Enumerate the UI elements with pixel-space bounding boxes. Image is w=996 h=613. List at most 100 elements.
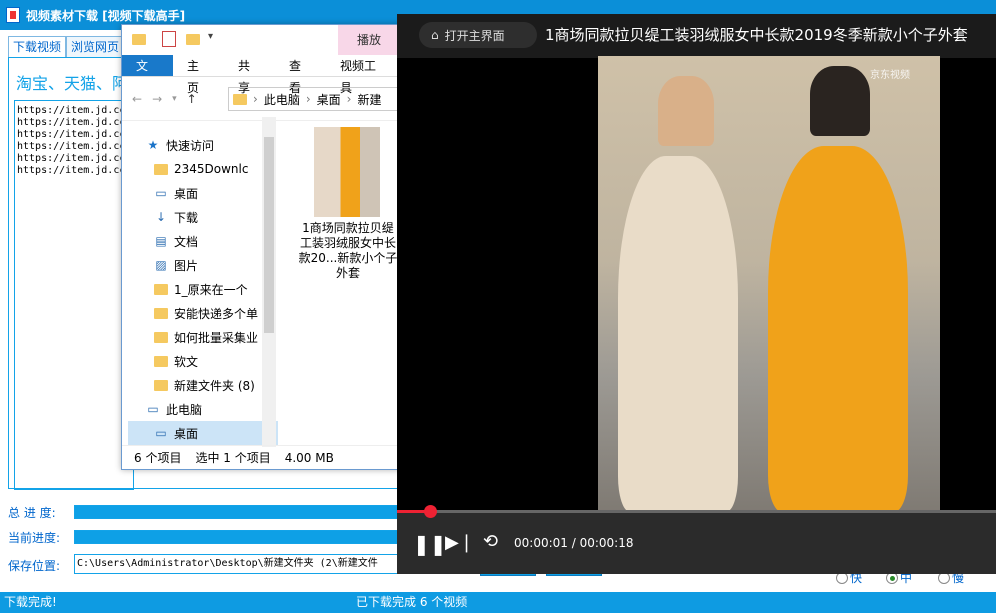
nav-scrollbar-thumb[interactable] — [264, 137, 274, 333]
tab-browse-web[interactable]: 浏览网页 — [66, 36, 125, 58]
folder-icon — [132, 34, 146, 45]
nav-item-label: 新建文件夹 (8) — [174, 378, 255, 393]
nav-item[interactable]: ▨图片📌 — [128, 253, 278, 277]
nav-item[interactable]: 如何批量采集业 — [128, 325, 278, 349]
computer-icon: ▭ — [147, 402, 159, 416]
save-location-label: 保存位置: — [8, 559, 61, 573]
nav-item-label: 软文 — [174, 354, 199, 369]
nav-item-label: 文档 — [174, 234, 199, 249]
selected-count: 选中 1 个项目 — [195, 451, 271, 465]
picture-icon: ▨ — [155, 258, 167, 272]
document-icon: ▤ — [155, 234, 167, 248]
ribbon-tab-video-tools[interactable]: 视频工具 — [326, 55, 400, 95]
video-player-window: ⌂ 打开主界面 1商场同款拉贝缇工装羽绒服女中长款2019冬季新款小个子外套 京… — [397, 14, 996, 574]
address-bar[interactable]: › 此电脑 › 桌面 › 新建 — [228, 87, 400, 111]
status-right: 已下载完成 6 个视频 — [356, 595, 468, 609]
home-icon: ⌂ — [431, 28, 439, 42]
folder-icon — [233, 93, 247, 105]
item-count: 6 个项目 — [134, 451, 182, 465]
nav-item-label: 2345Downlc — [174, 162, 249, 176]
folder-icon — [154, 379, 168, 391]
person-right — [768, 146, 908, 512]
new-folder-icon[interactable] — [186, 34, 200, 45]
tab-download-video[interactable]: 下载视频 — [8, 36, 67, 58]
open-main-label: 打开主界面 — [444, 28, 505, 43]
nav-item[interactable]: ▭桌面📌 — [128, 181, 278, 205]
desktop-icon: ▭ — [155, 186, 167, 200]
nav-item[interactable]: 安能快递多个单 — [128, 301, 278, 325]
total-progress-bar — [74, 505, 404, 519]
selected-size: 4.00 MB — [284, 450, 334, 465]
nav-item[interactable]: ▭ 桌面 — [128, 421, 278, 445]
nav-item[interactable]: ▭ 此电脑 — [128, 397, 278, 421]
play-context-tab[interactable]: 播放 — [338, 25, 400, 55]
url-list-textarea[interactable]: https://item.jd.cc https://item.jd.cc ht… — [14, 100, 134, 490]
tab-bar: 下载视频 浏览网页 — [8, 36, 125, 58]
nav-item[interactable]: 软文 — [128, 349, 278, 373]
file-item[interactable]: 1商场同款拉贝缇工装羽绒服女中长款20...新款小个子外套 — [298, 125, 398, 295]
file-name: 1商场同款拉贝缇工装羽绒服女中长款20...新款小个子外套 — [298, 221, 398, 280]
pause-icon[interactable]: ❚❚ — [413, 532, 447, 556]
open-main-button[interactable]: ⌂ 打开主界面 — [419, 22, 537, 48]
current-progress-label: 当前进度: — [8, 531, 61, 545]
watermark-text: 京东视频 — [870, 70, 910, 81]
download-icon: ↓ — [155, 210, 167, 224]
current-progress-bar — [74, 530, 404, 544]
status-left: 下载完成! — [4, 595, 57, 609]
video-title: 1商场同款拉贝缇工装羽绒服女中长款2019冬季新款小个子外套 — [545, 26, 968, 44]
back-icon[interactable]: ← — [132, 92, 142, 106]
folder-icon — [154, 163, 168, 175]
nav-item[interactable]: ★ 快速访问 — [128, 133, 278, 157]
explorer-status-bar: 6 个项目 选中 1 个项目 4.00 MB — [122, 445, 400, 469]
address-crumb[interactable]: 桌面 — [317, 91, 341, 108]
address-crumb[interactable]: 此电脑 — [264, 91, 300, 108]
desktop-icon: ▭ — [155, 426, 167, 440]
nav-item[interactable]: ▤文档📌 — [128, 229, 278, 253]
nav-item[interactable]: 新建文件夹 (8) — [128, 373, 278, 397]
folder-icon — [154, 307, 168, 319]
customize-toolbar-icon[interactable]: ▾ — [208, 31, 213, 42]
ribbon-tab-file[interactable]: 文件 — [122, 55, 173, 95]
progress-track[interactable] — [397, 510, 996, 513]
app-icon — [6, 7, 20, 23]
ribbon-tab-view[interactable]: 查看 — [275, 55, 326, 95]
video-frame[interactable]: 京东视频 — [598, 56, 940, 512]
properties-icon[interactable] — [162, 31, 176, 47]
nav-item-label: 安能快递多个单 — [174, 306, 259, 321]
address-crumb[interactable]: 新建 — [357, 91, 381, 108]
navigation-pane: ★快速访问2345Downlc📌▭桌面📌↓下载📌▤文档📌▨图片📌1_原来在一个📌… — [128, 133, 278, 449]
nav-item-label: 如何批量采集业 — [174, 330, 259, 345]
chevron-icon: › — [305, 92, 311, 106]
status-bar: 下载完成! 已下载完成 6 个视频 — [0, 592, 996, 613]
total-progress-label: 总 进 度: — [8, 506, 56, 520]
ribbon-tab-home[interactable]: 主页 — [173, 55, 224, 95]
ribbon-tab-share[interactable]: 共享 — [224, 55, 275, 95]
folder-icon — [154, 331, 168, 343]
nav-item-label: 桌面 — [174, 426, 199, 441]
window-title: 视频素材下载 [视频下载高手] — [26, 8, 186, 23]
progress-knob[interactable] — [424, 505, 437, 518]
nav-item[interactable]: ↓下载📌 — [128, 205, 278, 229]
file-explorer-window: ▾ 播放 文件 主页 共享 查看 视频工具 ← → ▾ ↑ › 此电脑 › 桌面… — [121, 24, 401, 470]
nav-item-label: 快速访问 — [166, 138, 215, 153]
time-display: 00:00:01 / 00:00:18 — [514, 536, 634, 550]
slogan-text: 淘宝、天猫、阿 — [16, 74, 129, 93]
up-icon[interactable]: ↑ — [187, 92, 197, 106]
nav-item-label: 桌面 — [174, 186, 199, 201]
nav-item-label: 图片 — [174, 258, 199, 273]
forward-icon[interactable]: → — [152, 92, 162, 106]
nav-item[interactable]: 2345Downlc📌 — [128, 157, 278, 181]
nav-item-label: 1_原来在一个 — [174, 282, 248, 297]
chevron-icon: › — [346, 92, 352, 106]
loop-icon[interactable]: ⟲ — [483, 531, 498, 552]
nav-item[interactable]: 1_原来在一个📌 — [128, 277, 278, 301]
recent-locations-icon[interactable]: ▾ — [172, 94, 177, 104]
nav-item-label: 下载 — [174, 210, 199, 225]
folder-icon — [154, 283, 168, 295]
ribbon-tabs: 文件 主页 共享 查看 视频工具 — [122, 55, 400, 95]
next-icon[interactable]: ▶❘ — [445, 532, 474, 553]
folder-icon — [154, 355, 168, 367]
head-left — [658, 76, 714, 146]
star-icon: ★ — [147, 138, 159, 152]
person-left — [618, 156, 738, 512]
